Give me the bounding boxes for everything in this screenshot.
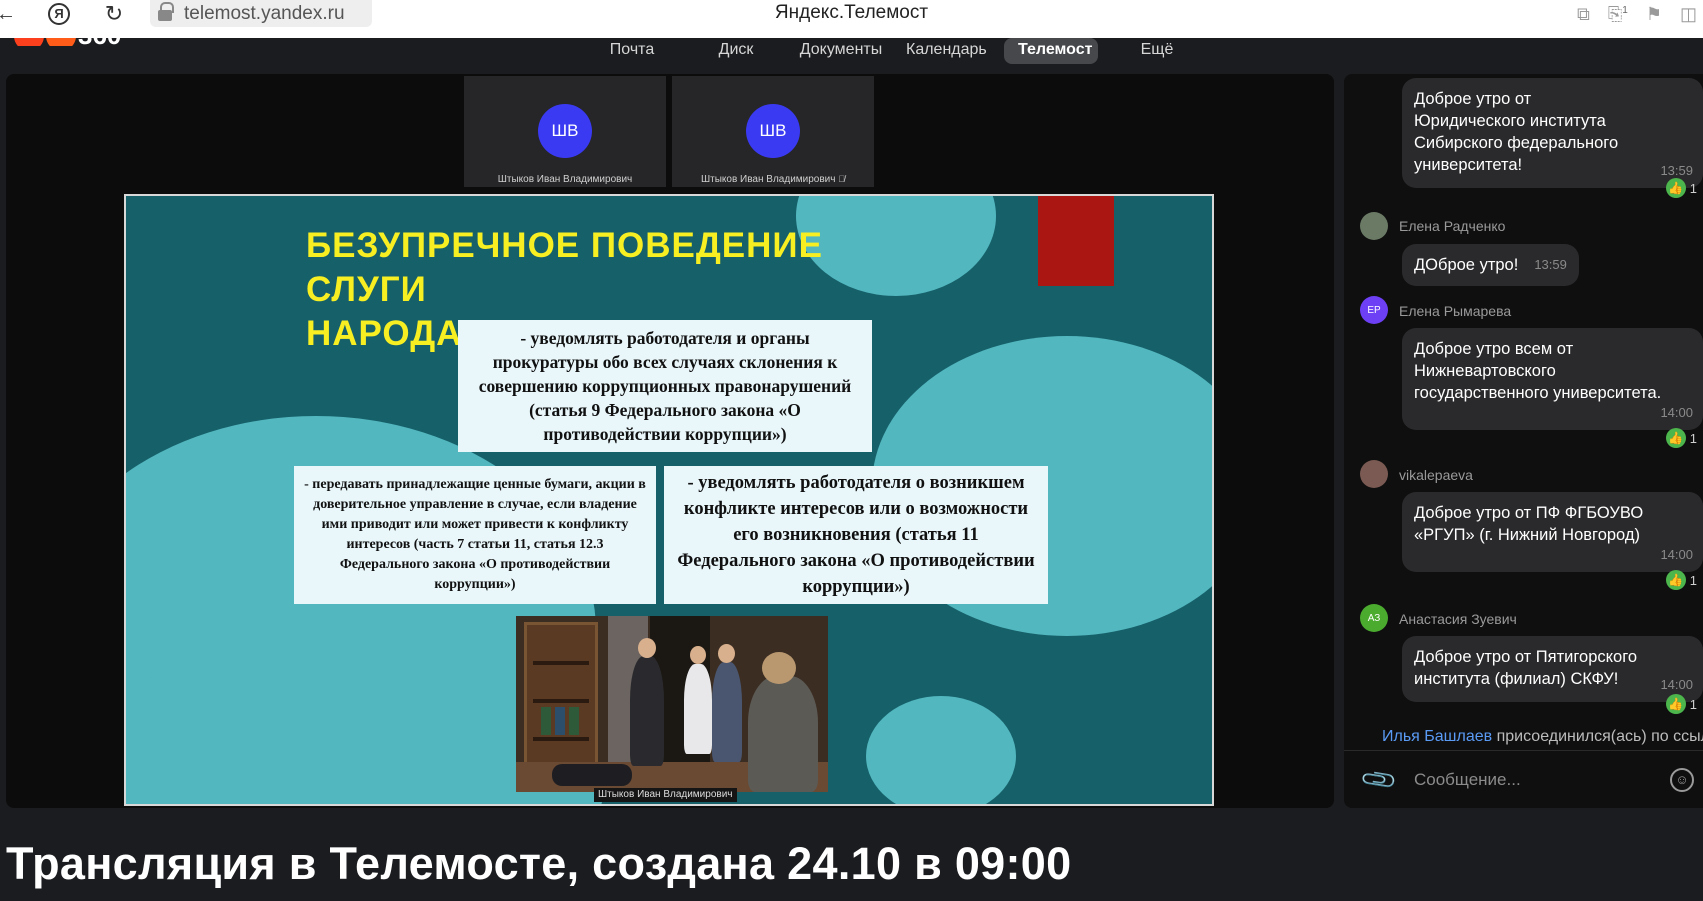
- slide-shape: [1038, 196, 1114, 286]
- thumbs-up-icon: 👍: [1665, 694, 1686, 714]
- slide-textbox: - уведомлять работодателя о возникшем ко…: [664, 466, 1048, 604]
- user-avatar[interactable]: [1360, 212, 1388, 240]
- chat-panel: Доброе утро от Юридического института Си…: [1344, 74, 1703, 808]
- mic-muted-icon: 🎙̸: [838, 174, 846, 184]
- chat-message: Доброе утро от Юридического института Си…: [1402, 78, 1703, 188]
- extensions-icon[interactable]: ◫: [1680, 4, 1697, 25]
- message-author: Анастасия Зуевич: [1399, 611, 1517, 627]
- message-time: 14:00: [1660, 547, 1693, 562]
- message-reaction[interactable]: 👍 1: [1665, 694, 1697, 714]
- message-input[interactable]: [1414, 769, 1664, 790]
- participant-tile[interactable]: ШВ Штыков Иван Владимирович 🎙̸: [672, 76, 874, 187]
- share-icon[interactable]: ⧉: [1577, 4, 1590, 25]
- message-author: vikalepaeva: [1399, 467, 1473, 483]
- slide-textbox: - передавать принадлежащие ценные бумаги…: [294, 466, 656, 604]
- browser-actions: ⧉ ⎘1 ⚑ ◫: [1577, 0, 1703, 28]
- participant-tile[interactable]: ШВ Штыков Иван Владимирович: [464, 76, 666, 187]
- slide-textbox: - уведомлять работодателя и органы проку…: [458, 320, 872, 452]
- chat-composer: 📎 ☺: [1344, 751, 1703, 808]
- system-message: Илья Башлаев присоединился(ась) по ссылк…: [1382, 728, 1703, 745]
- message-time: 14:00: [1660, 405, 1693, 420]
- participant-name: Штыков Иван Владимирович 🎙̸: [700, 174, 846, 185]
- bookmark-icon[interactable]: ⚑: [1646, 4, 1662, 25]
- chat-message: Доброе утро от ПФ ФГБОУВО «РГУП» (г. Ниж…: [1402, 492, 1703, 572]
- message-reaction[interactable]: 👍 1: [1665, 570, 1697, 590]
- message-time: 14:00: [1660, 677, 1693, 692]
- chat-message: Доброе утро всем от Нижневартовского гос…: [1402, 328, 1703, 430]
- message-author: Елена Радченко: [1399, 218, 1506, 234]
- nav-documents[interactable]: Документы: [798, 38, 884, 64]
- slide-shape: [866, 696, 1016, 804]
- message-reaction[interactable]: 👍 1: [1665, 428, 1697, 448]
- user-avatar[interactable]: ЕР: [1360, 296, 1388, 324]
- presenter-name-label: Штыков Иван Владимирович: [594, 788, 737, 802]
- user-avatar[interactable]: АЗ: [1360, 604, 1388, 632]
- slide-photo: [516, 616, 828, 792]
- nav-more[interactable]: Ещё: [1140, 38, 1174, 64]
- services-nav: Почта Диск Документы Календарь Телемост …: [0, 38, 1703, 68]
- attach-icon[interactable]: 📎: [1358, 758, 1400, 800]
- broadcast-title: Трансляция в Телемосте, создана 24.10 в …: [6, 838, 1072, 889]
- participant-name: Штыков Иван Владимирович: [497, 174, 633, 185]
- nav-calendar[interactable]: Календарь: [906, 38, 987, 64]
- chat-message: ДОброе утро! 13:59: [1402, 244, 1579, 286]
- nav-telemost[interactable]: Телемост: [1004, 38, 1098, 64]
- thumbs-up-icon: 👍: [1665, 570, 1686, 590]
- emoji-icon[interactable]: ☺: [1670, 767, 1694, 792]
- nav-pochta[interactable]: Почта: [604, 38, 660, 64]
- message-reaction[interactable]: 👍 1: [1665, 178, 1697, 198]
- thumbs-up-icon: 👍: [1665, 428, 1686, 448]
- participant-avatar: ШВ: [538, 104, 592, 158]
- nav-disk[interactable]: Диск: [712, 38, 760, 64]
- user-avatar[interactable]: [1360, 460, 1388, 488]
- chat-message: Доброе утро от Пятигорского института (ф…: [1402, 636, 1703, 702]
- page-title: Яндекс.Телемост: [774, 2, 929, 23]
- message-time: 13:59: [1534, 257, 1567, 272]
- thumbs-up-icon: 👍: [1665, 178, 1686, 198]
- participant-avatar: ШВ: [746, 104, 800, 158]
- presentation-slide: БЕЗУПРЕЧНОЕ ПОВЕДЕНИЕ СЛУГИ НАРОДА - уве…: [124, 194, 1214, 806]
- joined-user-link[interactable]: Илья Башлаев: [1382, 728, 1492, 745]
- message-author: Елена Рымарева: [1399, 303, 1512, 319]
- downloads-icon[interactable]: ⎘1: [1608, 4, 1628, 25]
- video-stage: ШВ Штыков Иван Владимирович ШВ Штыков Ив…: [6, 74, 1334, 808]
- browser-toolbar: ← Я ↻ telemost.yandex.ru Яндекс.Телемост…: [0, 0, 1703, 38]
